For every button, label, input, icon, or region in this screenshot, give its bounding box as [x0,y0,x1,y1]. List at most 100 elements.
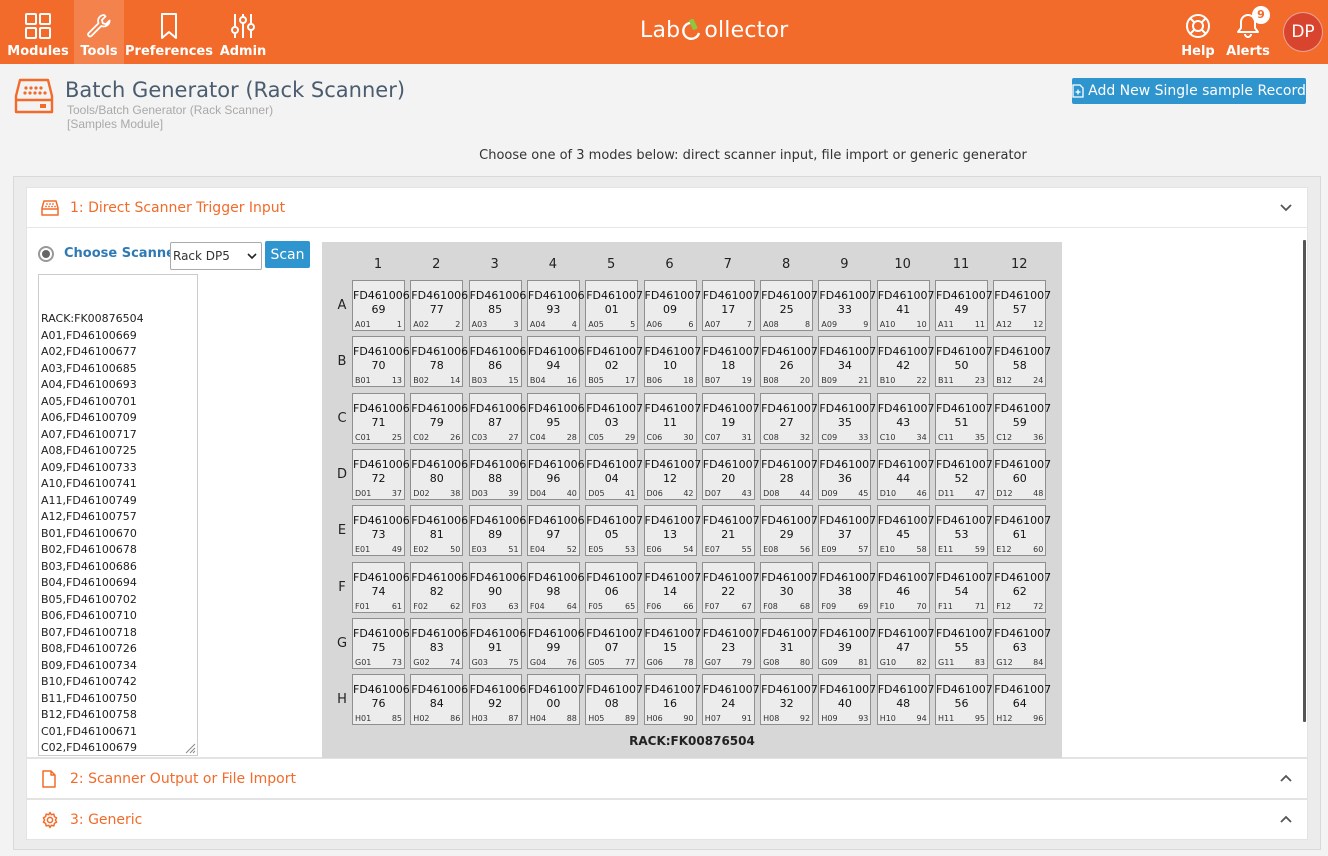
rack-well[interactable]: FD461007 45 E10 58 [876,505,934,557]
rack-well[interactable]: FD461006 88 D03 39 [468,448,526,500]
rack-well[interactable]: FD461007 37 E09 57 [818,505,876,557]
rack-well[interactable]: FD461006 90 F03 63 [468,561,526,613]
rack-well[interactable]: FD461007 46 F10 70 [876,561,934,613]
rack-well[interactable]: FD461007 06 F05 65 [585,561,643,613]
rack-well[interactable]: FD461007 05 E05 53 [585,505,643,557]
rack-well[interactable]: FD461006 71 C01 25 [352,392,410,444]
rack-well[interactable]: FD461007 35 C09 33 [818,392,876,444]
vertical-scrollbar[interactable] [1303,240,1306,722]
rack-well[interactable]: FD461006 80 D02 38 [410,448,468,500]
rack-well[interactable]: FD461007 18 B07 19 [701,336,760,388]
rack-well[interactable]: FD461007 23 G07 79 [701,617,760,669]
rack-well[interactable]: FD461006 79 C02 26 [410,392,468,444]
rack-well[interactable]: FD461007 04 D05 41 [585,448,643,500]
choose-scanner-radio[interactable] [38,246,54,262]
rack-well[interactable]: FD461007 48 H10 94 [876,674,934,726]
rack-well[interactable]: FD461007 00 H04 88 [526,674,585,726]
rack-well[interactable]: FD461007 21 E07 55 [701,505,760,557]
rack-well[interactable]: FD461007 27 C08 32 [760,392,818,444]
rack-well[interactable]: FD461006 86 B03 15 [468,336,526,388]
rack-well[interactable]: FD461006 74 F01 61 [352,561,410,613]
rack-well[interactable]: FD461006 99 G04 76 [526,617,585,669]
rack-well[interactable]: FD461007 07 G05 77 [585,617,643,669]
rack-well[interactable]: FD461007 55 G11 83 [935,617,993,669]
rack-well[interactable]: FD461007 20 D07 43 [701,448,760,500]
chevron-up-icon[interactable] [1279,773,1293,789]
rack-well[interactable]: FD461007 61 E12 60 [993,505,1051,557]
rack-well[interactable]: FD461006 97 E04 52 [526,505,585,557]
rack-well[interactable]: FD461007 31 G08 80 [760,617,818,669]
rack-well[interactable]: FD461006 72 D01 37 [352,448,410,500]
rack-well[interactable]: FD461006 81 E02 50 [410,505,468,557]
nav-modules[interactable]: Modules [7,0,69,64]
rack-well[interactable]: FD461007 16 H06 90 [643,674,701,726]
rack-well[interactable]: FD461007 15 G06 78 [643,617,701,669]
rack-well[interactable]: FD461007 36 D09 45 [818,448,876,500]
rack-well[interactable]: FD461006 84 H02 86 [410,674,468,726]
rack-well[interactable]: FD461007 58 B12 24 [993,336,1051,388]
section-generic-header[interactable]: 3: Generic [27,800,1307,840]
rack-well[interactable]: FD461007 14 F06 66 [643,561,701,613]
rack-well[interactable]: FD461007 08 H05 89 [585,674,643,726]
rack-well[interactable]: FD461006 98 F04 64 [526,561,585,613]
user-avatar[interactable]: DP [1283,12,1323,52]
rack-well[interactable]: FD461006 78 B02 14 [410,336,468,388]
rack-well[interactable]: FD461007 09 A06 6 [643,280,701,331]
section-file-import-header[interactable]: 2: Scanner Output or File Import [27,759,1307,799]
scan-button[interactable]: Scan [265,241,310,268]
rack-well[interactable]: FD461007 51 C11 35 [935,392,993,444]
rack-well[interactable]: FD461006 95 C04 28 [526,392,585,444]
scan-output-textarea[interactable]: RACK:FK00876504 A01,FD46100669 A02,FD46100… [38,274,198,756]
resize-grip-icon[interactable] [184,742,196,754]
rack-well[interactable]: FD461006 69 A01 1 [352,280,410,331]
rack-well[interactable]: FD461007 52 D11 47 [935,448,993,500]
rack-well[interactable]: FD461007 22 F07 67 [701,561,760,613]
rack-well[interactable]: FD461007 47 G10 82 [876,617,934,669]
rack-well[interactable]: FD461006 85 A03 3 [468,280,526,331]
chevron-down-icon[interactable] [1279,202,1293,218]
rack-well[interactable]: FD461007 40 H09 93 [818,674,876,726]
rack-well[interactable]: FD461007 30 F08 68 [760,561,818,613]
rack-well[interactable]: FD461007 26 B08 20 [760,336,818,388]
rack-well[interactable]: FD461007 29 E08 56 [760,505,818,557]
rack-well[interactable]: FD461006 91 G03 75 [468,617,526,669]
rack-well[interactable]: FD461006 75 G01 73 [352,617,410,669]
rack-well[interactable]: FD461007 44 D10 46 [876,448,934,500]
rack-well[interactable]: FD461007 17 A07 7 [701,280,760,331]
rack-well[interactable]: FD461007 64 H12 96 [993,674,1051,726]
add-single-sample-button[interactable]: Add New Single sample Record [1072,78,1306,104]
nav-preferences[interactable]: Preferences [125,0,213,64]
rack-well[interactable]: FD461007 57 A12 12 [993,280,1051,331]
scanner-select[interactable]: Rack DP5 [170,242,262,270]
rack-well[interactable]: FD461007 54 F11 71 [935,561,993,613]
rack-well[interactable]: FD461007 33 A09 9 [818,280,876,331]
rack-well[interactable]: FD461006 83 G02 74 [410,617,468,669]
rack-well[interactable]: FD461006 73 E01 49 [352,505,410,557]
rack-well[interactable]: FD461007 25 A08 8 [760,280,818,331]
rack-well[interactable]: FD461007 19 C07 31 [701,392,760,444]
rack-well[interactable]: FD461006 94 B04 16 [526,336,585,388]
rack-well[interactable]: FD461006 87 C03 27 [468,392,526,444]
rack-well[interactable]: FD461007 32 H08 92 [760,674,818,726]
rack-well[interactable]: FD461006 76 H01 85 [352,674,410,726]
rack-well[interactable]: FD461006 96 D04 40 [526,448,585,500]
rack-well[interactable]: FD461007 24 H07 91 [701,674,760,726]
rack-well[interactable]: FD461007 62 F12 72 [993,561,1051,613]
rack-well[interactable]: FD461007 59 C12 36 [993,392,1051,444]
rack-well[interactable]: FD461006 77 A02 2 [410,280,468,331]
rack-well[interactable]: FD461007 01 A05 5 [585,280,643,331]
rack-well[interactable]: FD461006 93 A04 4 [526,280,585,331]
rack-well[interactable]: FD461007 38 F09 69 [818,561,876,613]
rack-well[interactable]: FD461007 60 D12 48 [993,448,1051,500]
rack-well[interactable]: FD461007 12 D06 42 [643,448,701,500]
rack-well[interactable]: FD461007 34 B09 21 [818,336,876,388]
rack-well[interactable]: FD461007 42 B10 22 [876,336,934,388]
rack-well[interactable]: FD461007 13 E06 54 [643,505,701,557]
rack-well[interactable]: FD461006 82 F02 62 [410,561,468,613]
chevron-up-icon[interactable] [1279,814,1293,830]
rack-well[interactable]: FD461007 28 D08 44 [760,448,818,500]
rack-well[interactable]: FD461007 53 E11 59 [935,505,993,557]
rack-well[interactable]: FD461007 49 A11 11 [935,280,993,331]
section-direct-scanner-header[interactable]: 1: Direct Scanner Trigger Input [27,188,1307,228]
rack-well[interactable]: FD461006 70 B01 13 [352,336,410,388]
